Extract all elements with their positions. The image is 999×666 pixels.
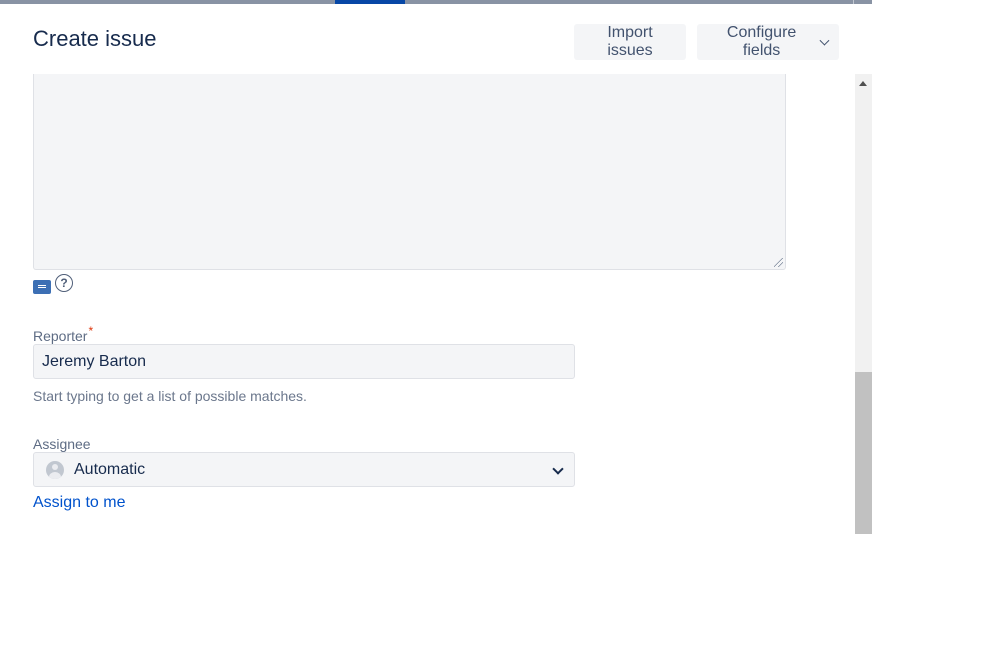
import-issues-button[interactable]: Import issues bbox=[574, 24, 686, 60]
import-issues-label: Import issues bbox=[607, 24, 653, 59]
scroll-up-arrow-icon[interactable] bbox=[859, 81, 867, 86]
reporter-value: Jeremy Barton bbox=[42, 352, 147, 370]
description-textarea[interactable] bbox=[33, 74, 786, 270]
assignee-selected-value: Automatic bbox=[74, 460, 146, 478]
resize-handle-icon[interactable] bbox=[774, 258, 783, 267]
scrollbar-thumb[interactable] bbox=[855, 372, 872, 534]
required-marker: * bbox=[88, 324, 94, 338]
avatar-icon bbox=[46, 460, 64, 479]
editor-mode-icon[interactable] bbox=[33, 280, 51, 294]
chevron-down-icon bbox=[552, 463, 564, 475]
chevron-down-icon bbox=[819, 35, 830, 45]
assign-to-me-link[interactable]: Assign to me bbox=[33, 494, 125, 512]
dialog-scroll-body[interactable]: ? Reporter* Jeremy Barton Start typing t… bbox=[0, 74, 872, 534]
reporter-input[interactable]: Jeremy Barton bbox=[33, 344, 575, 379]
configure-fields-label: Configure fields bbox=[726, 24, 797, 59]
dialog-scrollbar[interactable] bbox=[855, 74, 872, 534]
configure-fields-button[interactable]: Configure fields bbox=[697, 24, 839, 60]
assignee-label: Assignee bbox=[33, 436, 91, 452]
dialog-title: Create issue bbox=[33, 26, 157, 51]
reporter-label: Reporter* bbox=[33, 324, 93, 344]
assignee-select[interactable]: Automatic bbox=[33, 452, 575, 487]
reporter-hint: Start typing to get a list of possible m… bbox=[33, 388, 307, 404]
reporter-label-text: Reporter bbox=[33, 328, 88, 344]
help-icon[interactable]: ? bbox=[55, 274, 73, 292]
